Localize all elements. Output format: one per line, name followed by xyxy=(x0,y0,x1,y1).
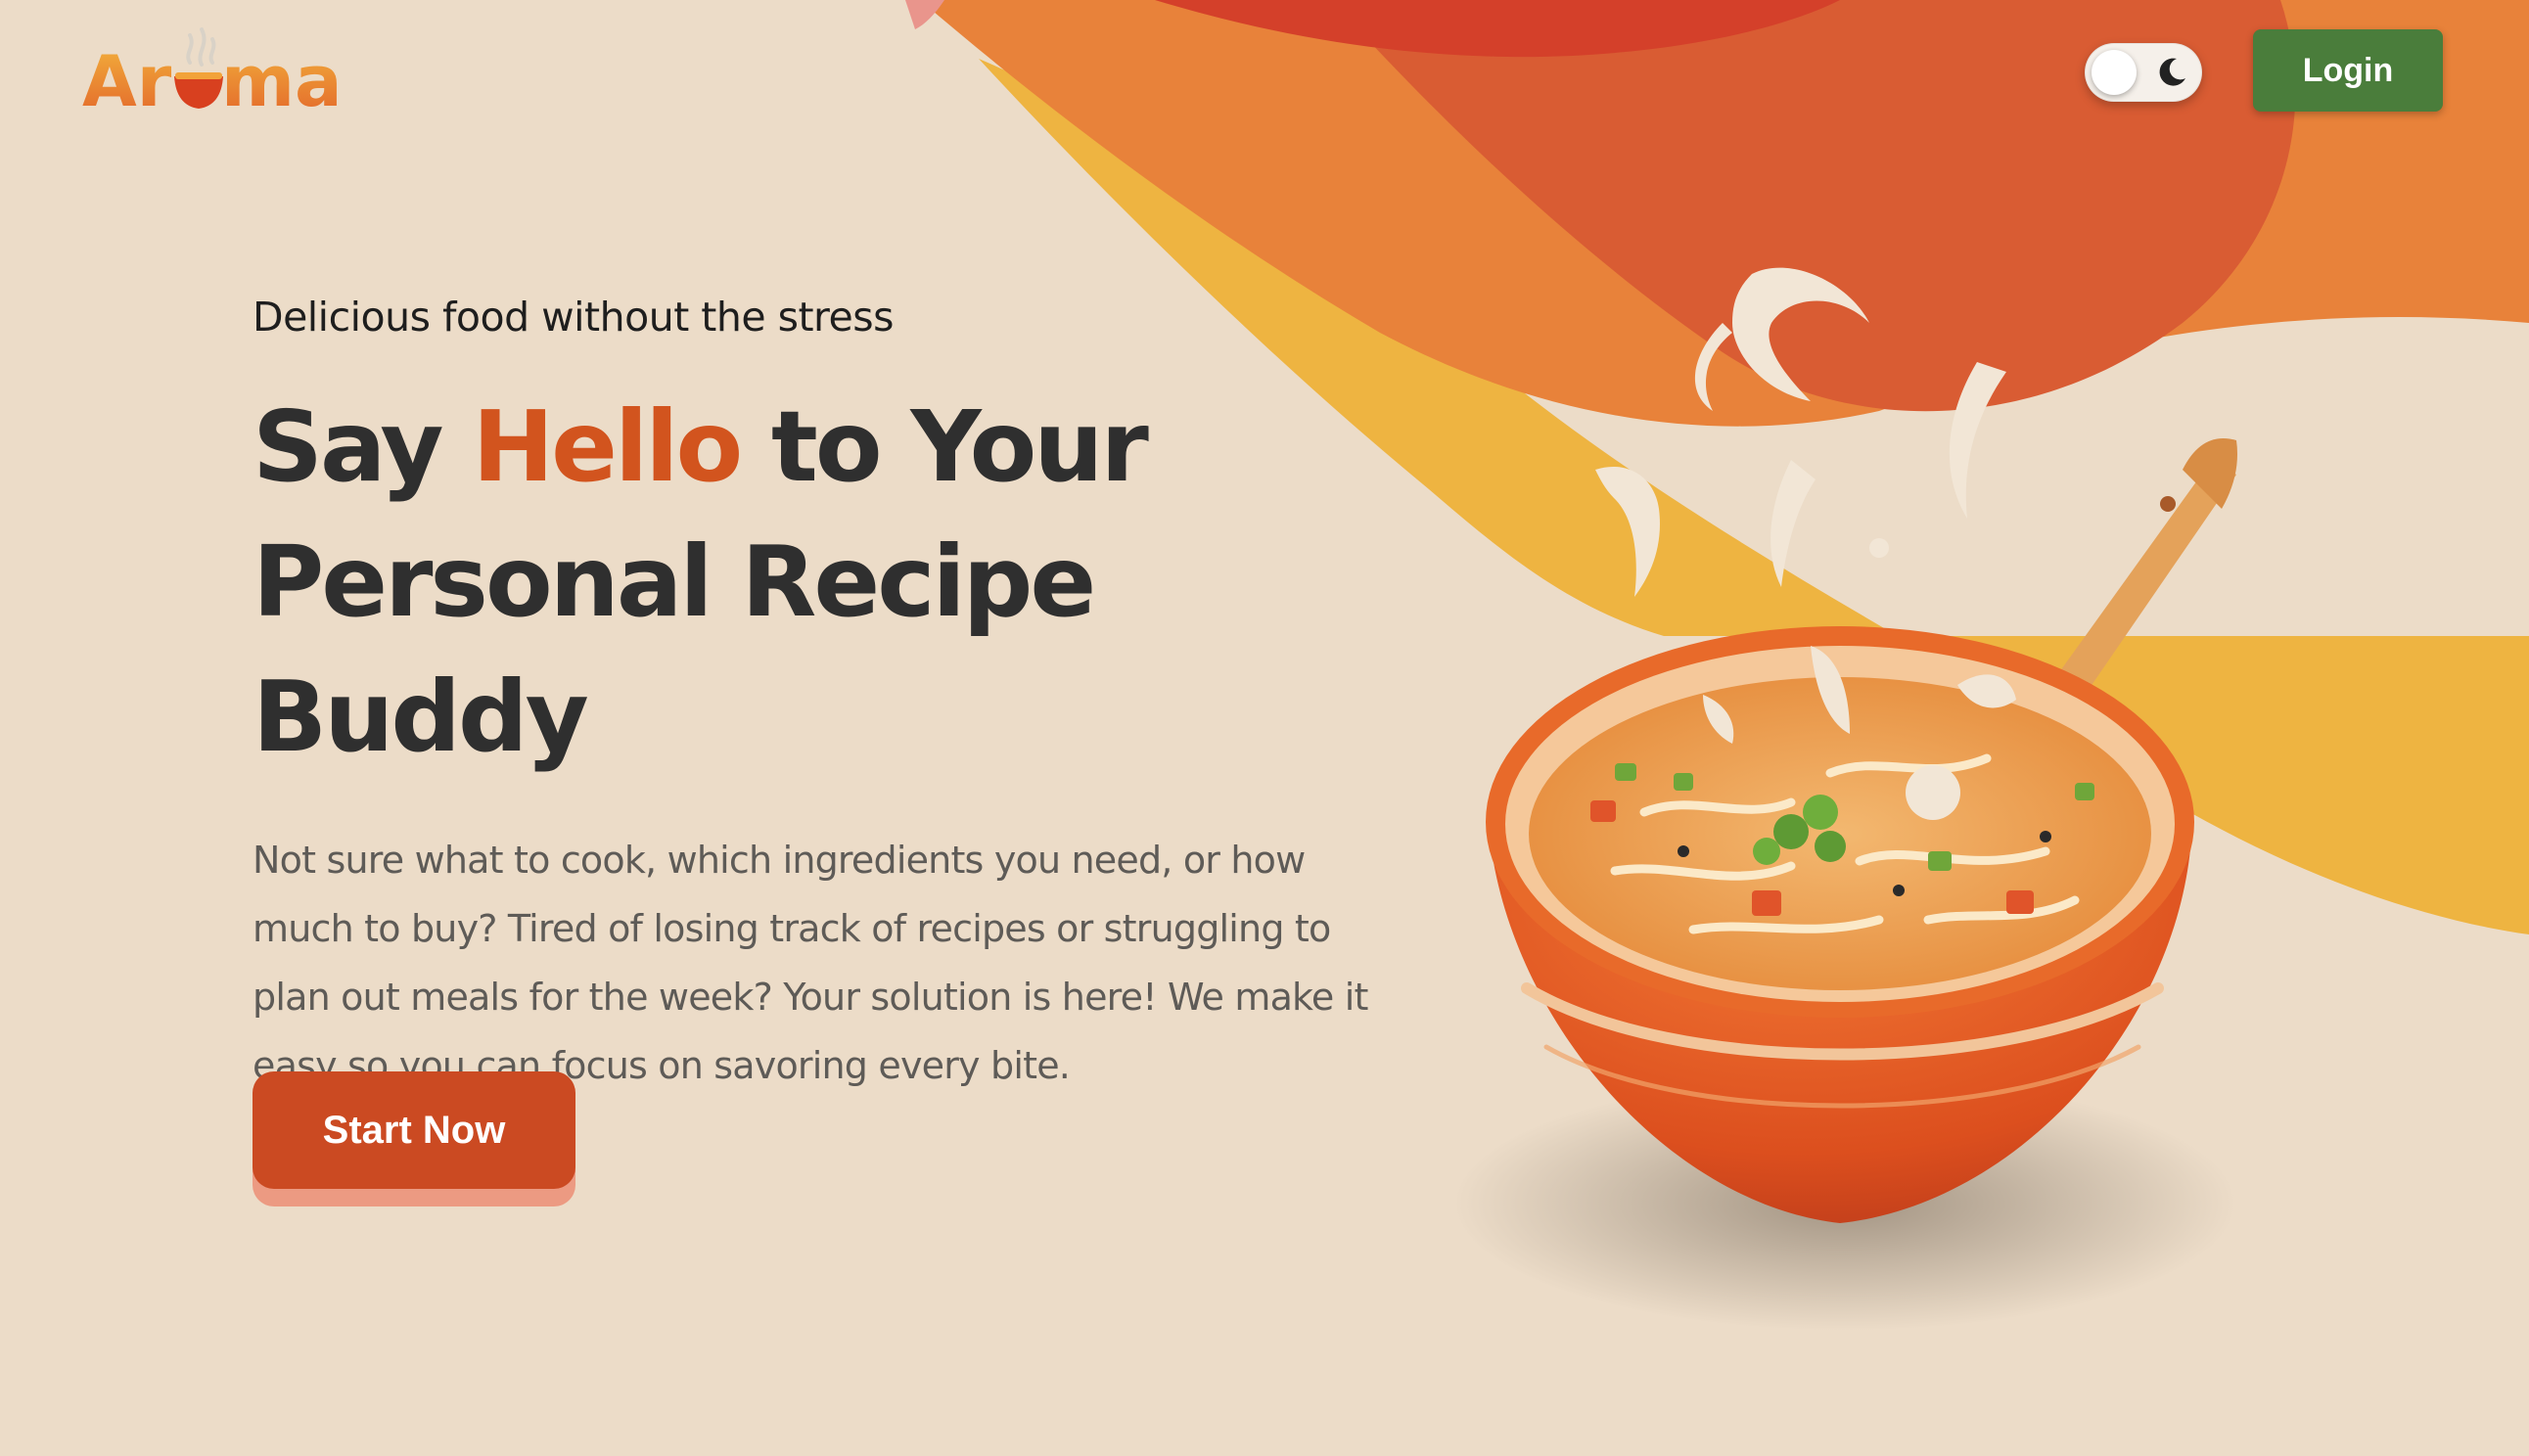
headline-say: Say xyxy=(253,389,473,504)
hero-headline: Say Hello to Your Personal Recipe Buddy xyxy=(253,380,1388,785)
soup-bowl-logo-icon xyxy=(174,27,223,109)
logo-text-start: Ar xyxy=(82,40,172,122)
soup-bowl-illustration xyxy=(1439,264,2280,1380)
moon-icon xyxy=(2159,58,2185,86)
toggle-knob xyxy=(2092,50,2137,95)
hero-intro: Not sure what to cook, which ingredients… xyxy=(253,839,1368,1087)
start-now-button[interactable]: Start Now xyxy=(253,1071,575,1189)
hero-tagline: Delicious food without the stress xyxy=(253,294,894,341)
headline-recipe-buddy: Personal Recipe Buddy xyxy=(253,524,1096,774)
logo-text-end: ma xyxy=(221,40,343,122)
login-button[interactable]: Login xyxy=(2253,29,2443,112)
hero-section: Delicious food without the stress Say He… xyxy=(253,294,1388,1100)
headline-hello: Hello xyxy=(472,389,743,504)
theme-toggle[interactable] xyxy=(2085,43,2202,102)
aroma-logo[interactable]: Ar ma xyxy=(80,16,354,123)
headline-to-your: to Your xyxy=(740,389,1149,504)
